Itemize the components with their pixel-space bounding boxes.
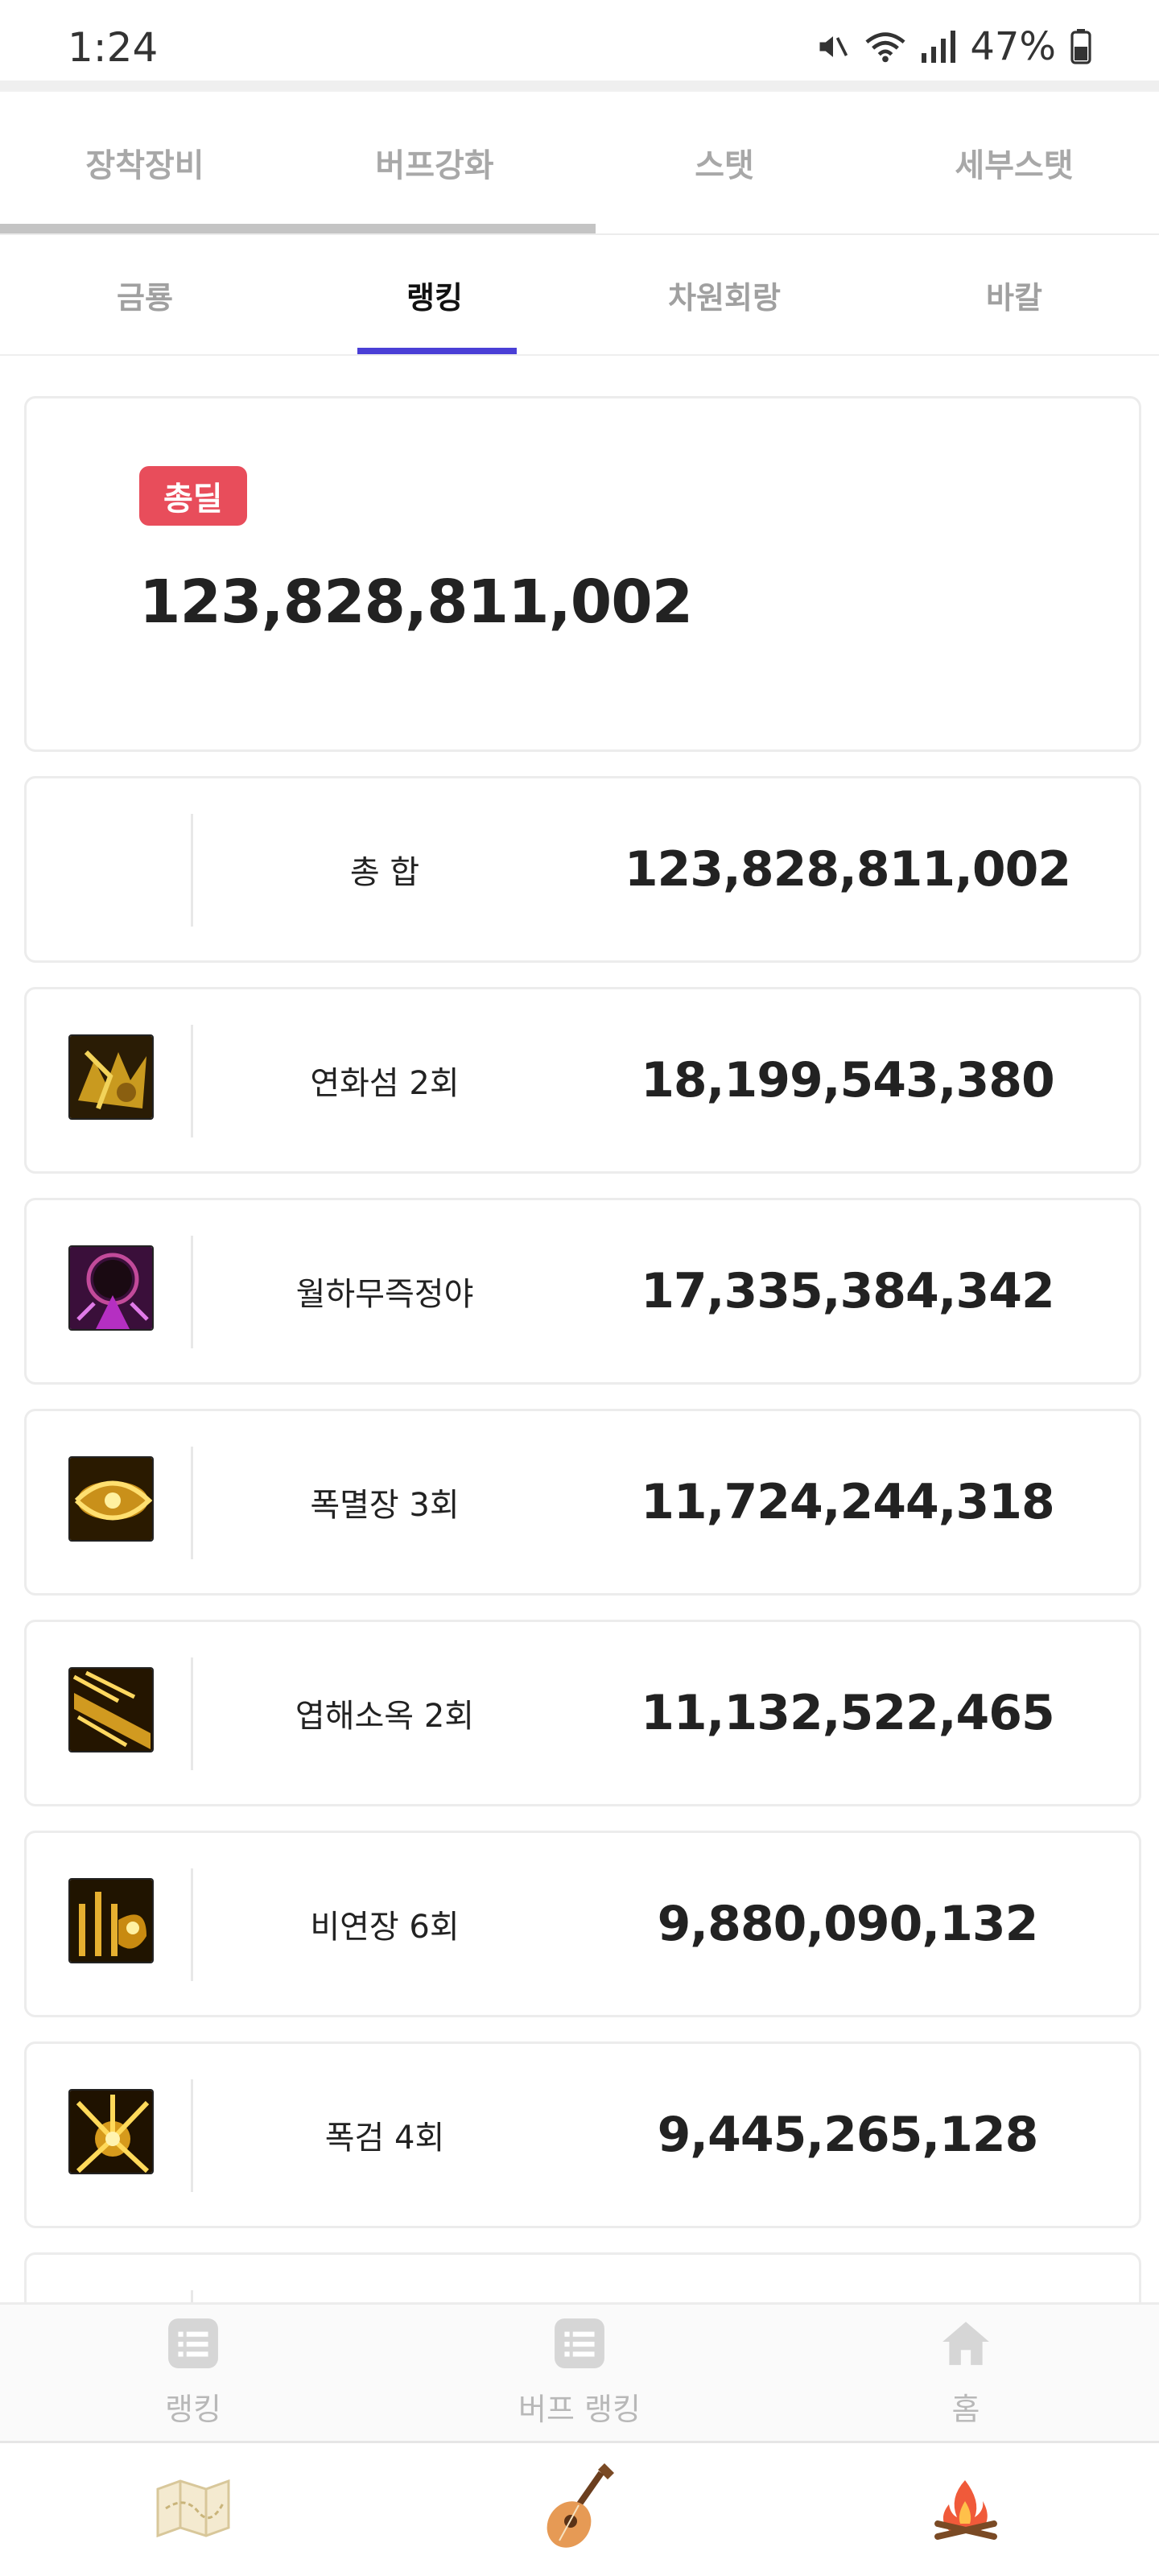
row-divider bbox=[191, 814, 193, 927]
row-skill-name: 총 합 bbox=[349, 854, 420, 891]
primary-tabs: 장착장비 버프강화 스탯 세부스탯 bbox=[0, 90, 1159, 235]
table-row: 폭검 4회 9,445,265,128 bbox=[24, 2041, 1141, 2228]
row-damage-value: 9,445,265,128 bbox=[657, 2107, 1039, 2163]
row-divider bbox=[191, 1657, 193, 1770]
table-row: 비연장 6회 9,880,090,132 bbox=[24, 1831, 1141, 2017]
row-skill-name: 연화섬 2회 bbox=[310, 1065, 460, 1102]
row-damage-value: 123,828,811,002 bbox=[624, 841, 1071, 898]
tab-golden-dragon[interactable]: 금룡 bbox=[0, 235, 290, 354]
total-damage-card: 총딜 123,828,811,002 bbox=[24, 396, 1141, 752]
wifi-icon bbox=[865, 29, 905, 64]
tab-buff-enhance[interactable]: 버프강화 bbox=[290, 92, 580, 233]
map-icon bbox=[153, 2476, 233, 2544]
secondary-tabs: 금룡 랭킹 차원회랑 바칼 bbox=[0, 235, 1159, 356]
skill-icon bbox=[68, 1034, 154, 1120]
top-shade bbox=[0, 80, 1159, 90]
dock-map[interactable] bbox=[0, 2443, 386, 2576]
tab-stats[interactable]: 스탯 bbox=[580, 92, 869, 233]
campfire-icon bbox=[930, 2472, 1002, 2548]
row-divider bbox=[191, 1868, 193, 1981]
nav-buff-ranking-label: 버프 랭킹 bbox=[518, 2392, 641, 2427]
row-divider bbox=[191, 2079, 193, 2192]
tab-dimension-corridor[interactable]: 차원회랑 bbox=[580, 235, 869, 354]
total-damage-value: 123,828,811,002 bbox=[139, 568, 693, 637]
table-row: 폭멸장 3회 11,724,244,318 bbox=[24, 1409, 1141, 1596]
status-icons: 47% bbox=[815, 24, 1091, 69]
battery-icon bbox=[1070, 29, 1091, 64]
row-damage-value: 9,880,090,132 bbox=[657, 1896, 1039, 1952]
list-icon bbox=[553, 2317, 606, 2373]
skill-icon bbox=[68, 2089, 154, 2174]
table-row: 월하무즉정야 17,335,384,342 bbox=[24, 1198, 1141, 1385]
total-damage-badge: 총딜 bbox=[139, 466, 247, 526]
nav-ranking-label: 랭킹 bbox=[165, 2392, 221, 2427]
list-icon bbox=[167, 2317, 220, 2373]
tab-ranking[interactable]: 랭킹 bbox=[290, 235, 580, 354]
row-damage-value: 11,724,244,318 bbox=[641, 1474, 1055, 1530]
tab-equipment[interactable]: 장착장비 bbox=[0, 92, 290, 233]
home-icon bbox=[939, 2317, 992, 2373]
row-skill-name: 월하무즉정야 bbox=[295, 1276, 474, 1313]
skill-icon bbox=[68, 1245, 154, 1331]
nav-buff-ranking[interactable]: 버프 랭킹 bbox=[386, 2305, 773, 2441]
table-row: 연화섬 2회 18,199,543,380 bbox=[24, 987, 1141, 1174]
row-damage-value: 11,132,522,465 bbox=[641, 1685, 1055, 1741]
battery-percent: 47% bbox=[970, 24, 1056, 69]
nav-home-label: 홈 bbox=[951, 2392, 980, 2427]
skill-icon bbox=[68, 1878, 154, 1963]
dock-campfire[interactable] bbox=[773, 2443, 1159, 2576]
row-divider bbox=[191, 2290, 193, 2302]
table-row bbox=[24, 2252, 1141, 2302]
status-time: 1:24 bbox=[68, 24, 159, 71]
bottom-nav: 랭킹 버프 랭킹 홈 bbox=[0, 2302, 1159, 2441]
status-bar: 1:24 47% bbox=[0, 0, 1159, 80]
row-damage-value: 17,335,384,342 bbox=[641, 1263, 1055, 1319]
tab-detail-stats[interactable]: 세부스탯 bbox=[869, 92, 1159, 233]
row-skill-name: 폭멸장 3회 bbox=[310, 1487, 460, 1524]
dock-guitar[interactable] bbox=[386, 2443, 773, 2576]
skill-icon bbox=[68, 1667, 154, 1752]
guitar-icon bbox=[543, 2460, 616, 2560]
signal-icon bbox=[920, 29, 956, 64]
row-divider bbox=[191, 1025, 193, 1137]
row-damage-value: 18,199,543,380 bbox=[641, 1052, 1055, 1108]
table-row: 엽해소옥 2회 11,132,522,465 bbox=[24, 1620, 1141, 1806]
row-skill-name: 폭검 4회 bbox=[324, 2120, 445, 2157]
skill-icon bbox=[68, 1456, 154, 1542]
tab-bakal[interactable]: 바칼 bbox=[869, 235, 1159, 354]
row-skill-name: 엽해소옥 2회 bbox=[295, 1698, 475, 1735]
ranking-content[interactable]: 총딜 123,828,811,002 총 합 123,828,811,002 연… bbox=[0, 356, 1159, 2302]
row-skill-name: 비연장 6회 bbox=[310, 1909, 460, 1946]
mute-icon bbox=[815, 29, 851, 64]
app-dock bbox=[0, 2443, 1159, 2576]
nav-home[interactable]: 홈 bbox=[773, 2305, 1159, 2441]
nav-ranking[interactable]: 랭킹 bbox=[0, 2305, 386, 2441]
primary-tab-indicator bbox=[0, 224, 596, 233]
secondary-tab-indicator bbox=[357, 348, 517, 354]
table-row: 총 합 123,828,811,002 bbox=[24, 776, 1141, 963]
row-divider bbox=[191, 1236, 193, 1348]
row-divider bbox=[191, 1447, 193, 1559]
